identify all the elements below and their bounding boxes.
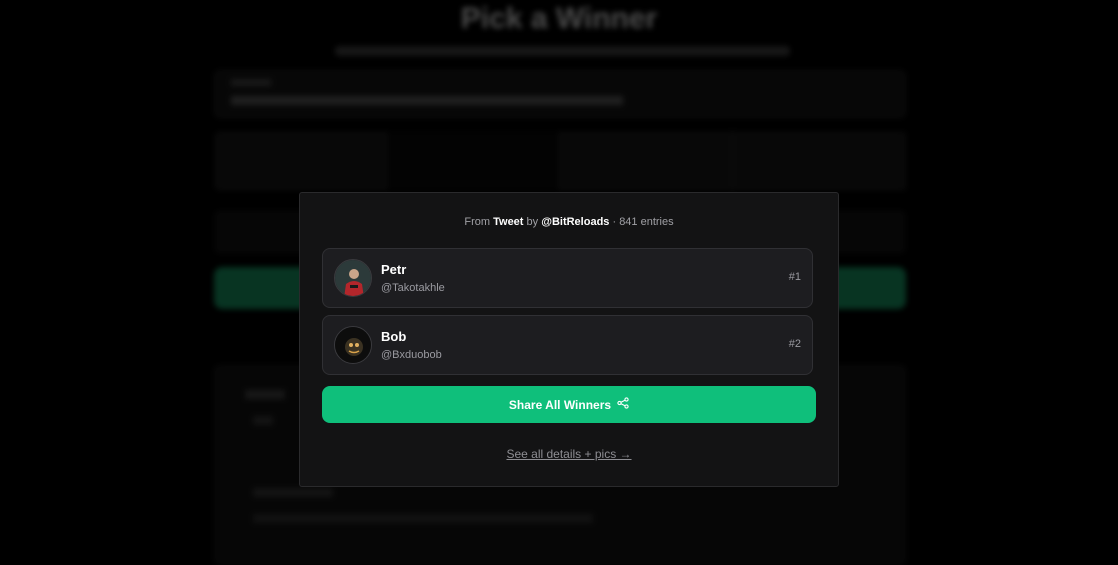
source-author: @BitReloads [541, 216, 609, 228]
url-input[interactable] [214, 70, 906, 118]
tab-3[interactable] [560, 131, 733, 191]
source-prefix: From [464, 216, 490, 228]
source-by: by [527, 216, 539, 228]
source-type: Tweet [493, 216, 523, 228]
avatar [334, 259, 372, 297]
tab-2[interactable] [387, 131, 560, 191]
source-tabs[interactable] [214, 131, 906, 191]
winner-handle: @Bxduobob [381, 349, 442, 361]
page-title: Pick a Winner [0, 2, 1118, 36]
winner-name: Petr [381, 262, 406, 277]
tab-4[interactable] [733, 131, 906, 191]
winners-modal: From Tweet by @BitReloads · 841 entries … [299, 192, 839, 487]
winner-card[interactable]: Bob @Bxduobob #2 [322, 315, 813, 375]
winner-card[interactable]: Petr @Takotakhle #1 [322, 248, 813, 308]
winner-handle: @Takotakhle [381, 282, 445, 294]
share-icon [617, 397, 629, 412]
winner-rank: #2 [789, 338, 801, 350]
tab-1[interactable] [214, 131, 387, 191]
winner-name: Bob [381, 329, 406, 344]
share-all-winners-button[interactable]: Share All Winners [322, 386, 816, 423]
share-label: Share All Winners [509, 398, 611, 412]
entries-count: · 841 entries [612, 216, 673, 228]
page-subtitle [335, 46, 790, 56]
avatar [334, 326, 372, 364]
see-details-link[interactable]: See all details + pics → [300, 447, 838, 461]
winner-rank: #1 [789, 271, 801, 283]
source-info: From Tweet by @BitReloads · 841 entries [300, 216, 838, 228]
